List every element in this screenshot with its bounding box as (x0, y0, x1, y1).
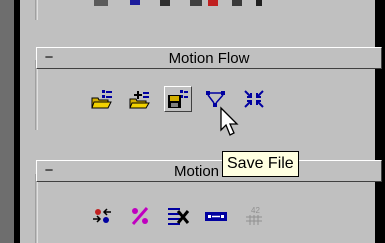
percent-icon[interactable] (126, 203, 154, 229)
tooltip: Save File (222, 151, 299, 177)
collapse-arrows-icon[interactable] (240, 86, 268, 112)
rollout-title: Motion Flo (173, 162, 245, 180)
left-viewport-edge (0, 0, 14, 243)
collapse-icon[interactable]: − (37, 48, 61, 68)
frame-number-icon[interactable]: 42 (240, 203, 268, 229)
open-folder-list-icon[interactable] (88, 86, 116, 112)
motion-flow-toolbar-2: 42 (88, 203, 268, 229)
frame-number-label: 42 (251, 206, 260, 215)
delete-list-icon[interactable] (164, 203, 192, 229)
rollout-header-motion-flow-2[interactable]: − Motion Flo (36, 160, 382, 182)
rollout-title: Motion Flow (168, 49, 250, 67)
motion-transition-icon[interactable] (88, 203, 116, 229)
save-file-button[interactable] (164, 86, 192, 112)
mouse-cursor-icon (220, 106, 239, 136)
collapse-icon[interactable]: − (37, 161, 61, 181)
transition-link-icon[interactable] (202, 203, 230, 229)
partial-toolbar (35, 0, 262, 20)
save-file-icon (168, 90, 188, 108)
rollout-header-motion-flow[interactable]: − Motion Flow (36, 47, 382, 69)
open-folder-add-icon[interactable] (126, 86, 154, 112)
